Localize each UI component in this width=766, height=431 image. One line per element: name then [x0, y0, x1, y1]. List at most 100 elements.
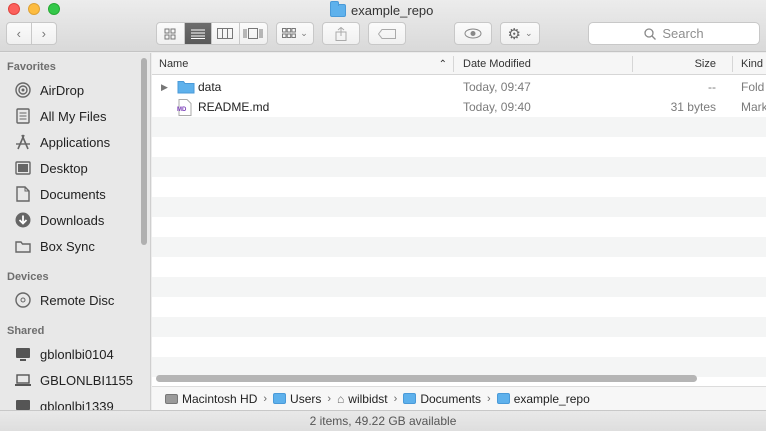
sidebar: Favorites AirDrop All My Files Applicati… [0, 53, 151, 410]
window-title-text: example_repo [351, 2, 434, 18]
nav-buttons: ‹ › [6, 22, 57, 45]
sidebar-item-desktop[interactable]: Desktop [14, 157, 88, 179]
markdown-file-icon: MD [177, 97, 193, 117]
column-header-bar: Name ⌃ Date Modified Size Kind [152, 53, 766, 75]
path-item-example-repo[interactable]: example_repo [496, 392, 590, 406]
computer-icon [14, 345, 32, 363]
sidebar-item-applications[interactable]: Applications [14, 131, 110, 153]
table-row[interactable]: ▶ data Today, 09:47 -- Fold [152, 77, 766, 97]
window-title: example_repo [330, 0, 434, 19]
horizontal-scrollbar[interactable] [156, 375, 697, 382]
sidebar-item-all-my-files[interactable]: All My Files [14, 105, 106, 127]
folder-icon [14, 237, 32, 255]
sidebar-item-box-sync[interactable]: Box Sync [14, 235, 95, 257]
applications-icon [14, 133, 32, 151]
chevron-right-icon: › [41, 26, 46, 41]
path-item-users[interactable]: Users [273, 392, 321, 406]
desktop-icon [14, 159, 32, 177]
icon-view-icon [164, 28, 176, 39]
column-header-kind[interactable]: Kind [741, 53, 766, 75]
home-icon: ⌂ [337, 391, 345, 406]
column-view-button[interactable] [212, 23, 240, 44]
path-bar: Macintosh HD › Users › ⌂ wilbidst › Docu… [152, 386, 766, 410]
sidebar-item-airdrop[interactable]: AirDrop [14, 79, 84, 101]
share-icon [335, 26, 347, 41]
search-field[interactable]: Search [588, 22, 760, 45]
chevron-down-icon: ⌄ [300, 28, 308, 38]
view-mode-control [156, 22, 268, 45]
column-header-date[interactable]: Date Modified [463, 53, 633, 75]
column-divider[interactable] [453, 56, 454, 72]
folder-icon [403, 393, 417, 404]
folder-icon [177, 77, 195, 97]
column-view-icon [217, 28, 234, 39]
window-toolbar: example_repo ‹ › ⌄ ⚙ ⌄ Search [0, 0, 766, 52]
empty-row [152, 357, 766, 377]
file-date: Today, 09:40 [463, 100, 531, 114]
airdrop-icon [14, 81, 32, 99]
back-button[interactable]: ‹ [7, 23, 32, 44]
icon-view-button[interactable] [157, 23, 185, 44]
column-divider[interactable] [732, 56, 733, 72]
empty-row [152, 197, 766, 217]
column-header-size[interactable]: Size [634, 53, 716, 75]
column-header-name[interactable]: Name ⌃ [159, 53, 449, 75]
minimize-window-button[interactable] [28, 3, 40, 15]
sidebar-item-label: AirDrop [40, 82, 85, 98]
file-size: 31 bytes [670, 100, 716, 114]
path-item-home[interactable]: ⌂ wilbidst [337, 392, 388, 406]
path-separator-icon: › [487, 392, 491, 405]
folder-icon [273, 393, 287, 404]
quicklook-button[interactable] [454, 22, 492, 45]
disclosure-triangle-icon[interactable]: ▶ [161, 77, 168, 97]
sidebar-scrollbar[interactable] [141, 58, 147, 245]
all-files-icon [14, 107, 32, 125]
edit-tags-button[interactable] [368, 22, 406, 45]
downloads-icon [14, 211, 32, 229]
status-text: 2 items, 49.22 GB available [309, 414, 457, 428]
sidebar-item-remote-disc[interactable]: Remote Disc [14, 289, 114, 311]
file-date: Today, 09:47 [463, 80, 531, 94]
sidebar-item-documents[interactable]: Documents [14, 183, 106, 205]
chevron-left-icon: ‹ [16, 26, 21, 41]
empty-row [152, 117, 766, 137]
sidebar-item-label: Remote Disc [40, 292, 115, 308]
zoom-window-button[interactable] [48, 3, 60, 15]
arrange-button[interactable]: ⌄ [276, 22, 314, 45]
search-placeholder: Search [662, 26, 704, 41]
coverflow-view-button[interactable] [240, 23, 267, 44]
sidebar-item-shared-computer[interactable]: GBLONLBI1155 [14, 369, 133, 391]
file-name: data [198, 80, 222, 94]
action-gear-icon: ⚙ [507, 25, 521, 43]
sidebar-item-label: gblonlbi0104 [40, 346, 114, 362]
sidebar-item-label: GBLONLBI1155 [40, 372, 133, 388]
search-icon [644, 27, 657, 40]
empty-row [152, 237, 766, 257]
quicklook-icon [464, 28, 482, 39]
empty-row [152, 277, 766, 297]
empty-row [152, 317, 766, 337]
sidebar-section-favorites: Favorites [7, 61, 56, 73]
path-item-macintosh-hd[interactable]: Macintosh HD [165, 392, 257, 406]
path-item-documents[interactable]: Documents [403, 392, 481, 406]
sidebar-item-shared-computer[interactable]: gblonlbi1339 [14, 395, 114, 410]
sidebar-item-downloads[interactable]: Downloads [14, 209, 104, 231]
forward-button[interactable]: › [32, 23, 56, 44]
disc-icon [14, 291, 32, 309]
sidebar-item-label: Applications [40, 134, 111, 150]
coverflow-view-icon [243, 28, 263, 39]
folder-icon [496, 393, 510, 404]
tag-icon [378, 28, 396, 39]
close-window-button[interactable] [8, 3, 20, 15]
table-row[interactable]: MD README.md Today, 09:40 31 bytes Mark [152, 97, 766, 117]
sidebar-item-label: All My Files [40, 108, 107, 124]
action-button[interactable]: ⚙ ⌄ [500, 22, 540, 45]
sidebar-section-devices: Devices [7, 271, 49, 283]
list-view-button[interactable] [184, 23, 212, 44]
sidebar-item-shared-computer[interactable]: gblonlbi0104 [14, 343, 114, 365]
sidebar-item-label: Desktop [40, 160, 88, 176]
path-separator-icon: › [263, 392, 268, 405]
column-divider[interactable] [632, 56, 633, 72]
share-button[interactable] [322, 22, 360, 45]
computer-icon [14, 371, 32, 389]
